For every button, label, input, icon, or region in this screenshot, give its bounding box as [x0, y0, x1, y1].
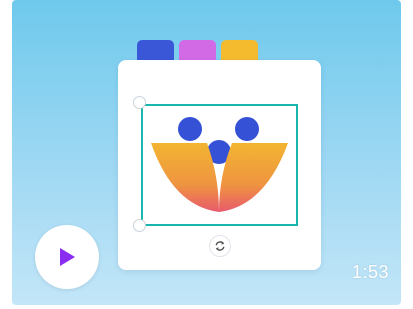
resize-handle-bottom-left[interactable]	[133, 219, 146, 232]
play-icon	[60, 248, 75, 266]
play-button[interactable]	[35, 225, 99, 289]
video-thumbnail[interactable]: 1:53	[12, 0, 401, 305]
rotate-icon	[215, 241, 225, 251]
video-duration: 1:53	[351, 262, 389, 282]
resize-handle-top-left[interactable]	[133, 96, 146, 109]
selection-box[interactable]	[141, 104, 298, 226]
rotate-button[interactable]	[209, 235, 231, 257]
